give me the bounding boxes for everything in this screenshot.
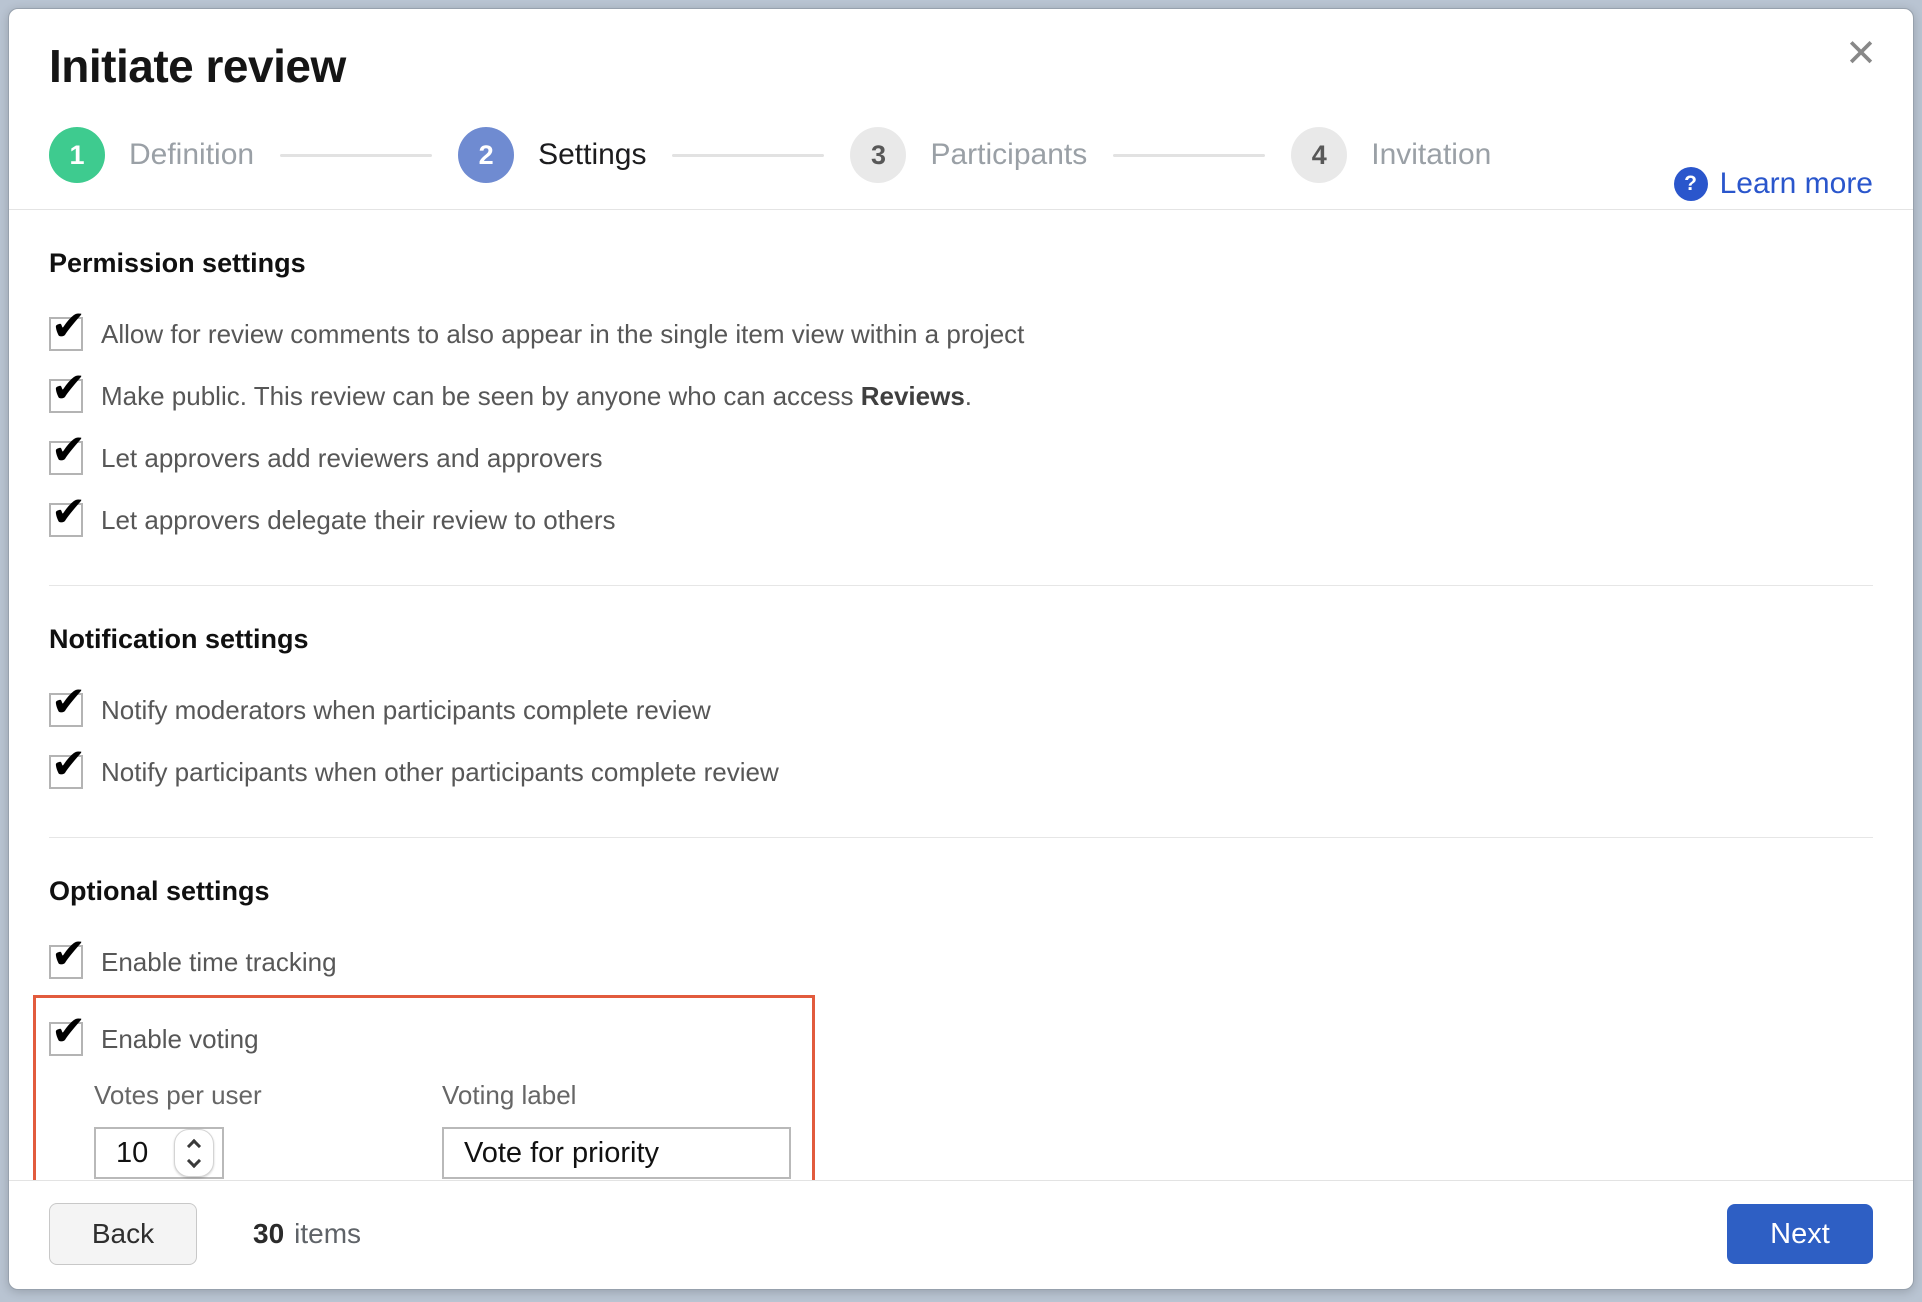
dialog-header: Initiate review ✕ 1 Definition 2 Setting… <box>9 9 1913 210</box>
votes-per-user-field: Votes per user 10 <box>94 1080 442 1179</box>
checkbox-approvers-add[interactable]: ✔ <box>49 429 86 475</box>
checkbox-time-tracking[interactable]: ✔ <box>49 933 86 979</box>
divider <box>49 585 1873 586</box>
items-count: 30 items <box>253 1218 361 1250</box>
checkbox-row-approvers-add: ✔ Let approvers add reviewers and approv… <box>49 427 1873 489</box>
voting-highlight-box: ✔ Enable voting Votes per user 10 Voting <box>33 995 815 1180</box>
voting-label-field: Voting label <box>442 1080 791 1179</box>
checkbox-row-notify-moderators: ✔ Notify moderators when participants co… <box>49 679 1873 741</box>
checkbox-make-public[interactable]: ✔ <box>49 367 86 413</box>
checkbox-label: Notify participants when other participa… <box>101 756 779 787</box>
step-3-circle: 3 <box>850 127 907 183</box>
wizard-stepper: 1 Definition 2 Settings 3 Participants 4… <box>49 127 1873 201</box>
step-4-circle: 4 <box>1291 127 1348 183</box>
step-definition[interactable]: 1 Definition <box>49 127 254 183</box>
checkbox-notify-participants[interactable]: ✔ <box>49 743 86 789</box>
step-4-label: Invitation <box>1371 138 1492 171</box>
checkbox-label: Enable voting <box>101 1023 259 1054</box>
checkbox-row-time-tracking: ✔ Enable time tracking <box>49 931 1873 993</box>
spinner-up-icon[interactable] <box>186 1138 202 1153</box>
check-icon: ✔ <box>51 678 87 725</box>
check-icon: ✔ <box>51 740 87 787</box>
items-count-label: items <box>294 1218 362 1249</box>
checkbox-label: Let approvers add reviewers and approver… <box>101 442 603 473</box>
step-3-label: Participants <box>930 138 1088 171</box>
votes-per-user-label: Votes per user <box>94 1080 262 1110</box>
help-icon: ? <box>1673 167 1708 201</box>
items-count-number: 30 <box>253 1218 285 1249</box>
checkbox-row-notify-participants: ✔ Notify participants when other partici… <box>49 741 1873 803</box>
checkbox-label: Make public. This review can be seen by … <box>101 380 973 411</box>
checkbox-approvers-delegate[interactable]: ✔ <box>49 491 86 537</box>
step-2-circle: 2 <box>458 127 515 183</box>
learn-more-label: Learn more <box>1719 167 1873 200</box>
voting-fields: Votes per user 10 Voting label <box>94 1080 812 1179</box>
check-icon: ✔ <box>51 302 87 349</box>
step-settings[interactable]: 2 Settings <box>458 127 646 183</box>
checkbox-row-make-public: ✔ Make public. This review can be seen b… <box>49 365 1873 427</box>
step-1-label: Definition <box>129 138 255 171</box>
checkbox-label: Allow for review comments to also appear… <box>101 318 1025 349</box>
checkbox-label: Notify moderators when participants comp… <box>101 694 711 725</box>
checkbox-label: Enable time tracking <box>101 946 337 977</box>
section-heading-optional: Optional settings <box>49 876 270 906</box>
checkbox-review-comments[interactable]: ✔ <box>49 305 86 351</box>
votes-per-user-value: 10 <box>116 1136 149 1169</box>
votes-per-user-input[interactable]: 10 <box>94 1127 224 1179</box>
section-heading-permission: Permission settings <box>49 248 306 278</box>
check-icon: ✔ <box>51 1007 87 1054</box>
checkbox-row-enable-voting: ✔ Enable voting <box>49 1008 812 1070</box>
page-title: Initiate review <box>49 40 346 92</box>
voting-label-label: Voting label <box>442 1080 577 1110</box>
checkbox-label: Let approvers delegate their review to o… <box>101 504 616 535</box>
initiate-review-dialog: Initiate review ✕ 1 Definition 2 Setting… <box>8 8 1914 1290</box>
step-2-label: Settings <box>538 138 647 171</box>
check-icon: ✔ <box>51 488 87 535</box>
close-icon[interactable]: ✕ <box>1845 35 1877 73</box>
dialog-body: Permission settings ✔ Allow for review c… <box>9 210 1913 1180</box>
checkbox-row-approvers-delegate: ✔ Let approvers delegate their review to… <box>49 489 1873 551</box>
step-1-circle: 1 <box>49 127 105 183</box>
number-stepper[interactable] <box>174 1129 214 1177</box>
check-icon: ✔ <box>51 364 87 411</box>
step-invitation[interactable]: 4 Invitation <box>1291 127 1491 183</box>
step-connector <box>1113 153 1266 157</box>
step-connector <box>280 153 433 157</box>
next-button[interactable]: Next <box>1727 1204 1873 1264</box>
step-connector <box>672 153 825 157</box>
dialog-footer: Back 30 items Next <box>9 1180 1913 1289</box>
checkbox-notify-moderators[interactable]: ✔ <box>49 681 86 727</box>
back-button[interactable]: Back <box>49 1203 197 1265</box>
step-participants[interactable]: 3 Participants <box>850 127 1087 183</box>
voting-label-input[interactable] <box>442 1127 791 1179</box>
divider <box>49 837 1873 838</box>
check-icon: ✔ <box>51 930 87 977</box>
section-heading-notification: Notification settings <box>49 624 309 654</box>
spinner-down-icon[interactable] <box>186 1153 202 1168</box>
check-icon: ✔ <box>51 426 87 473</box>
checkbox-enable-voting[interactable]: ✔ <box>49 1010 86 1056</box>
checkbox-row-review-comments: ✔ Allow for review comments to also appe… <box>49 303 1873 365</box>
learn-more-link[interactable]: ? Learn more <box>1673 167 1873 201</box>
